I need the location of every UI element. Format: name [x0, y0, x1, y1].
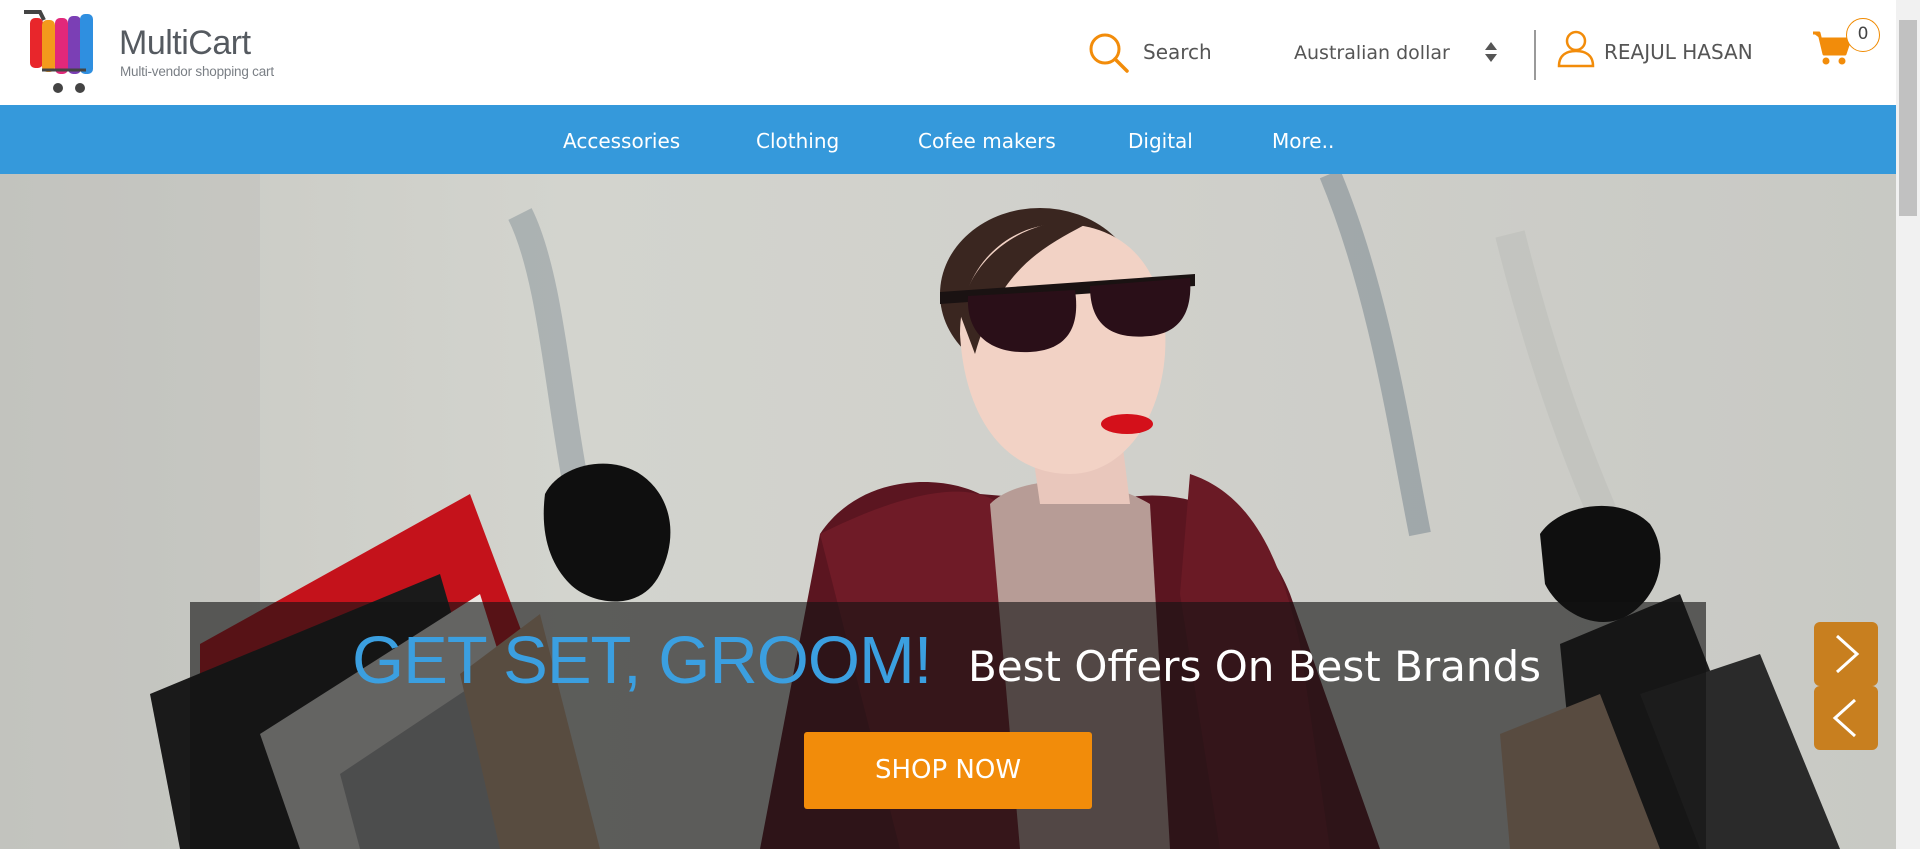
hero-slider: GET SET, GROOM! Best Offers On Best Bran… [0, 174, 1896, 849]
account-button[interactable]: REAJUL HASAN [1556, 28, 1766, 72]
logo[interactable]: MultiCart Multi-vendor shopping cart [22, 8, 292, 98]
nav-item-digital[interactable]: Digital [1128, 129, 1193, 153]
account-name: REAJUL HASAN [1604, 40, 1753, 64]
shop-now-button[interactable]: SHOP NOW [804, 732, 1092, 809]
nav-item-cofee-makers[interactable]: Cofee makers [918, 129, 1056, 153]
chevron-right-icon [1835, 634, 1860, 674]
nav-item-accessories[interactable]: Accessories [563, 129, 680, 153]
chevron-left-icon [1832, 698, 1857, 738]
header-divider [1534, 30, 1536, 80]
cart-button[interactable]: 0 [1812, 18, 1882, 74]
logo-cart-icon [24, 10, 93, 93]
search-button[interactable]: Search [1088, 30, 1238, 74]
sort-arrows-icon [1485, 42, 1497, 62]
nav-item-clothing[interactable]: Clothing [756, 129, 839, 153]
cart-count-badge: 0 [1846, 18, 1880, 52]
nav-item-more[interactable]: More.. [1272, 129, 1334, 153]
hero-subtitle: Best Offers On Best Brands [968, 642, 1542, 691]
hero-caption: GET SET, GROOM! Best Offers On Best Bran… [190, 602, 1706, 849]
currency-select[interactable]: Australian dollar [1294, 30, 1500, 74]
currency-value: Australian dollar [1294, 42, 1450, 64]
slider-prev-button[interactable] [1814, 686, 1878, 750]
page-scrollbar[interactable] [1896, 0, 1920, 849]
brand-name: MultiCart [119, 24, 251, 62]
site-header: MultiCart Multi-vendor shopping cart Sea… [0, 0, 1896, 105]
brand-tagline: Multi-vendor shopping cart [120, 64, 274, 79]
slider-next-button[interactable] [1814, 622, 1878, 686]
scrollbar-thumb[interactable] [1899, 20, 1917, 216]
search-icon [1089, 33, 1129, 73]
user-icon [1557, 30, 1595, 68]
search-label: Search [1143, 40, 1212, 64]
hero-title: GET SET, GROOM! [352, 623, 932, 698]
category-nav: Accessories Clothing Cofee makers Digita… [0, 105, 1896, 174]
